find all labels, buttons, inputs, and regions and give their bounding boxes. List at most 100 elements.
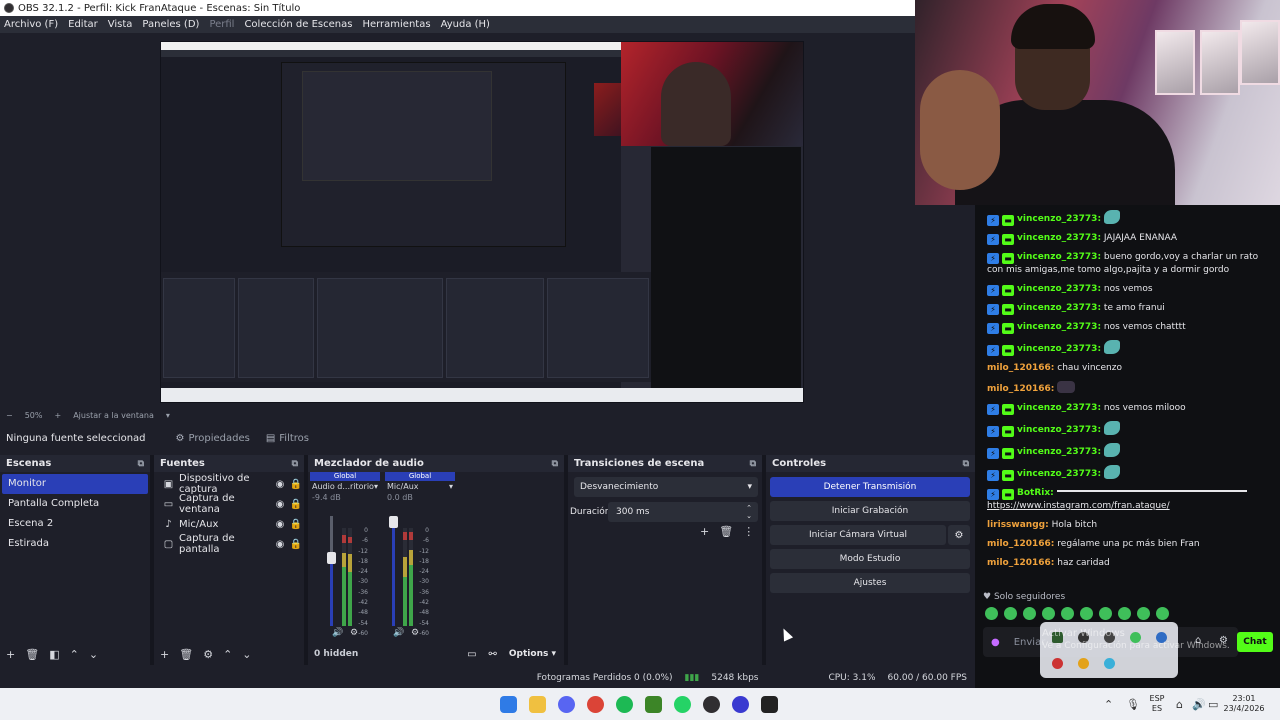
chat-username[interactable]: milo_120166: (987, 558, 1054, 568)
chat-username[interactable]: BotRix: (1017, 488, 1054, 498)
scene-item[interactable]: Estirada (2, 534, 148, 554)
lock-icon[interactable]: 🔒 (288, 479, 304, 490)
chat-username[interactable]: vincenzo_23773: (1017, 403, 1101, 413)
clock[interactable]: 23:01 23/4/2026 (1222, 694, 1266, 714)
properties-button[interactable]: ⚙ Propiedades (176, 433, 250, 444)
chrome-icon[interactable] (587, 696, 604, 713)
spotify-icon[interactable] (616, 696, 633, 713)
transition-select[interactable]: Desvanecimiento ▾ (574, 477, 758, 497)
undock-icon[interactable]: ⧉ (292, 459, 298, 469)
settings-button[interactable]: Ajustes (770, 573, 970, 593)
chevron-down-icon[interactable]: ▾ (374, 482, 378, 491)
gear-icon[interactable]: ⚙ (203, 648, 213, 661)
volume-fader[interactable] (389, 515, 398, 626)
undock-icon[interactable]: ⧉ (138, 459, 144, 469)
lock-icon[interactable]: 🔒 (288, 499, 304, 510)
chat-username[interactable]: vincenzo_23773: (1017, 252, 1101, 262)
stop-stream-button[interactable]: Detener Transmisión (770, 477, 970, 497)
chat-send-button[interactable]: Chat (1237, 632, 1273, 652)
link-icon[interactable]: ⚯ (489, 649, 497, 660)
emote-icon[interactable] (1118, 607, 1131, 620)
chat-username[interactable]: vincenzo_23773: (1017, 425, 1101, 435)
scene-item[interactable]: Pantalla Completa (2, 494, 148, 514)
start-virtualcam-button[interactable]: Iniciar Cámara Virtual (770, 525, 946, 545)
discord-icon[interactable] (558, 696, 575, 713)
fader-knob[interactable] (389, 515, 398, 528)
source-item[interactable]: ▢ Captura de pantalla ◉ 🔒 (154, 533, 304, 555)
file-explorer-icon[interactable] (529, 696, 546, 713)
virtualcam-gear-icon[interactable]: ⚙ (948, 525, 970, 545)
microphone-icon[interactable]: ● (991, 637, 1000, 648)
minecraft-icon[interactable] (645, 696, 662, 713)
speaker-icon[interactable]: 🔊 (393, 628, 404, 638)
chevron-down-icon[interactable]: ▾ (166, 411, 170, 420)
eye-icon[interactable]: ◉ (272, 519, 288, 530)
emote-icon[interactable] (985, 607, 998, 620)
emote-icon[interactable] (1137, 607, 1150, 620)
chat-username[interactable]: vincenzo_23773: (1017, 303, 1101, 313)
lock-icon[interactable]: 🔒 (288, 539, 304, 550)
chat-username[interactable]: vincenzo_23773: (1017, 322, 1101, 332)
source-item[interactable]: ▭ Captura de ventana ◉ 🔒 (154, 493, 304, 515)
emote-icon[interactable] (1023, 607, 1036, 620)
menu-ayuda[interactable]: Ayuda (H) (441, 19, 490, 30)
emote-icon[interactable] (1080, 607, 1093, 620)
more-vertical-icon[interactable]: ⋮ (743, 525, 754, 538)
tray-app-icon[interactable] (1104, 658, 1115, 669)
source-item[interactable]: ♪ Mic/Aux ◉ 🔒 (154, 514, 304, 534)
menu-archivo[interactable]: Archivo (F) (4, 19, 58, 30)
microphone-icon[interactable]: 🎙 (1126, 698, 1140, 711)
speaker-icon[interactable]: 🔊 (332, 628, 343, 638)
filters-button[interactable]: ▤ Filtros (266, 433, 309, 444)
obs-icon[interactable] (703, 696, 720, 713)
scene-item[interactable]: Escena 2 (2, 514, 148, 534)
chat-username[interactable]: vincenzo_23773: (1017, 214, 1101, 224)
mixer-gear-icon[interactable]: ⚙ (350, 628, 358, 638)
trash-icon[interactable]: 🗑 (25, 648, 39, 661)
scene-item[interactable]: Monitor (2, 474, 148, 494)
fader-knob[interactable] (327, 551, 336, 564)
menu-perfil[interactable]: Perfil (209, 19, 234, 30)
undock-icon[interactable]: ⧉ (750, 459, 756, 469)
volume-icon[interactable]: 🔊 (1192, 698, 1206, 711)
duration-input[interactable]: 300 ms ⌃ ⌄ (608, 502, 758, 522)
emote-icon[interactable] (1042, 607, 1055, 620)
move-up-icon[interactable]: ⌃ (223, 648, 232, 661)
trash-icon[interactable]: 🗑 (719, 525, 733, 538)
fit-window-label[interactable]: Ajustar a la ventana (73, 411, 154, 420)
app-icon[interactable] (732, 696, 749, 713)
eye-icon[interactable]: ◉ (272, 479, 288, 490)
chevron-up-icon[interactable]: ⌃ (1104, 698, 1113, 711)
whatsapp-icon[interactable] (674, 696, 691, 713)
chat-username[interactable]: vincenzo_23773: (1017, 233, 1101, 243)
add-source-icon[interactable]: + (160, 648, 169, 661)
tray-app-icon[interactable] (1078, 658, 1089, 669)
start-recording-button[interactable]: Iniciar Grabación (770, 501, 970, 521)
trash-icon[interactable]: 🗑 (179, 648, 193, 661)
eye-icon[interactable]: ◉ (272, 539, 288, 550)
scene-filters-icon[interactable]: ◧ (49, 648, 59, 661)
preview-canvas[interactable] (160, 41, 804, 403)
chat-username[interactable]: vincenzo_23773: (1017, 284, 1101, 294)
zoom-level[interactable]: 50% (25, 411, 43, 420)
menu-vista[interactable]: Vista (108, 19, 133, 30)
stepper-icon[interactable]: ⌃ ⌄ (746, 504, 752, 520)
add-transition-icon[interactable]: + (700, 525, 709, 538)
emote-icon[interactable] (1099, 607, 1112, 620)
lock-icon[interactable]: 🔒 (288, 519, 304, 530)
emote-icon[interactable] (1061, 607, 1074, 620)
move-down-icon[interactable]: ⌄ (89, 648, 98, 661)
hidden-count[interactable]: 0 hidden (314, 649, 358, 659)
layout-icon[interactable]: ▭ (467, 649, 476, 660)
studio-mode-button[interactable]: Modo Estudio (770, 549, 970, 569)
emote-icon[interactable] (1156, 607, 1169, 620)
channel-name-row[interactable]: Mic/Aux ▾ (385, 482, 455, 491)
network-icon[interactable]: ⌂ (1176, 698, 1183, 711)
menu-coleccion-escenas[interactable]: Colección de Escenas (244, 19, 352, 30)
chat-username[interactable]: lirisswangg: (987, 520, 1049, 530)
chat-username[interactable]: milo_120166: (987, 384, 1054, 394)
emote-icon[interactable] (1004, 607, 1017, 620)
chat-username[interactable]: vincenzo_23773: (1017, 447, 1101, 457)
chat-link[interactable]: https://www.instagram.com/fran.ataque/ (987, 501, 1170, 511)
zoom-in-icon[interactable]: + (54, 411, 61, 420)
